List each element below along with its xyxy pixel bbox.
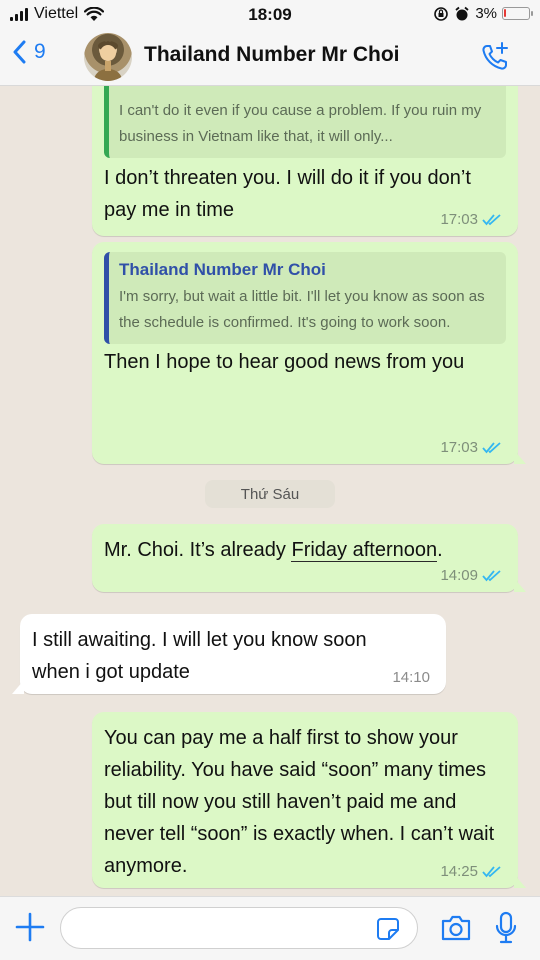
status-bar: Viettel 18:09 3% [0,0,540,30]
message-bubble-outgoing[interactable]: Mr. Choi. It’s already Friday afternoon.… [92,524,526,592]
quote-text: I'm sorry, but wait a little bit. I'll l… [119,288,485,331]
alarm-icon [455,6,469,20]
message-time: 17:03 [440,439,478,456]
message-bubble-outgoing[interactable]: I can't do it even if you cause a proble… [92,86,518,236]
message-text-part: . [437,539,443,561]
bubble-tail [514,450,526,464]
avatar[interactable] [84,33,132,81]
message-meta: 14:10 [392,669,430,686]
bubble-tail [514,874,526,888]
bubble-tail [514,578,526,592]
message-meta: 17:03 [440,211,502,228]
lock-rotation-icon [434,6,449,21]
message-time: 14:09 [440,567,478,584]
chat-header: 9 Thailand Number Mr Choi [0,30,540,86]
back-button[interactable]: 9 [12,40,46,64]
bubble-tail [12,680,24,694]
back-chevron-icon [13,40,26,64]
message-input[interactable] [60,907,418,949]
sticker-icon[interactable] [376,917,400,941]
message-time: 14:10 [392,669,430,686]
read-ticks-icon [482,213,501,225]
battery-icon [502,7,533,20]
quote-author: Thailand Number Mr Choi [119,260,326,279]
message-meta: 14:09 [440,567,502,584]
reply-quote[interactable]: I can't do it even if you cause a proble… [104,86,506,158]
quote-text: I can't do it even if you cause a proble… [119,102,482,145]
message-text: I still awaiting. I will let you know so… [32,629,367,683]
chat-area[interactable]: I can't do it even if you cause a proble… [0,86,540,896]
date-link[interactable]: Friday afternoon [291,539,438,562]
message-bubble-incoming[interactable]: I still awaiting. I will let you know so… [12,614,446,694]
status-right: 3% [433,5,533,22]
message-text: Then I hope to hear good news from you [104,351,465,373]
message-time: 14:25 [440,863,478,880]
plus-icon[interactable] [14,911,46,943]
message-text: Mr. Choi. It’s already Friday afternoon. [104,534,506,566]
camera-icon[interactable] [440,914,472,942]
message-bubble-outgoing[interactable]: You can pay me a half first to show your… [92,712,526,888]
battery-level [504,9,506,17]
contact-name[interactable]: Thailand Number Mr Choi [144,43,400,67]
unread-count: 9 [34,40,46,63]
message-text: I don’t threaten you. I will do it if yo… [104,167,471,221]
input-bar [0,896,540,960]
battery-percent: 3% [475,5,497,22]
message-text-part: Mr. Choi. It’s already [104,539,292,561]
day-separator: Thứ Sáu [205,480,335,508]
message-meta: 17:03 [440,439,502,456]
mic-icon[interactable] [494,911,518,945]
reply-quote[interactable]: Thailand Number Mr Choi I'm sorry, but w… [104,252,506,344]
read-ticks-icon [482,865,501,877]
message-time: 17:03 [440,211,478,228]
add-call-icon[interactable] [478,40,512,74]
message-bubble-outgoing[interactable]: Thailand Number Mr Choi I'm sorry, but w… [92,242,526,464]
message-meta: 14:25 [440,863,502,880]
message-text: You can pay me a half first to show your… [104,727,495,877]
read-ticks-icon [482,569,501,581]
read-ticks-icon [482,441,501,453]
avatar-figure [94,41,122,81]
